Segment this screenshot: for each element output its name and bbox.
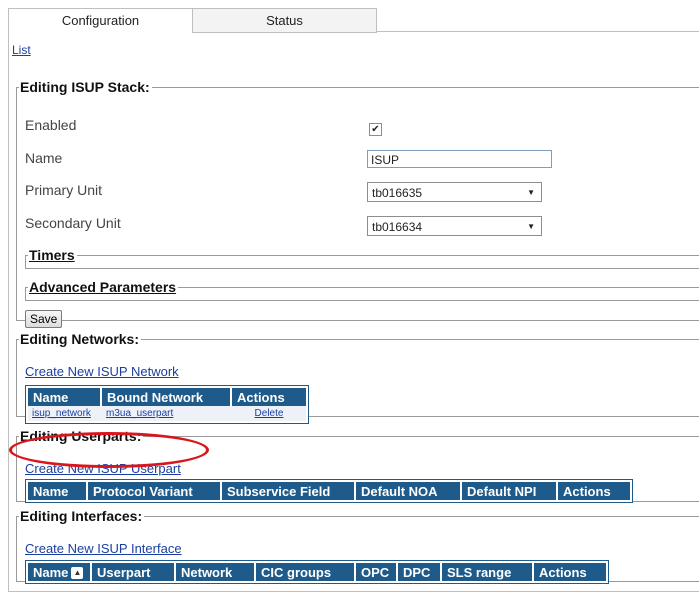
secondary-unit-select[interactable]: tb016634 ▼ (367, 216, 542, 236)
primary-unit-value: tb016635 (372, 186, 423, 200)
column-header-default-noa[interactable]: Default NOA (356, 482, 462, 500)
dropdown-arrow-icon: ▼ (527, 222, 535, 231)
table-row: isup_network m3ua_userpart Delete (28, 406, 306, 421)
secondary-unit-label: Secondary Unit (25, 215, 121, 231)
column-header-dpc[interactable]: DPC (398, 563, 442, 581)
tab-bar: Configuration Status (8, 8, 377, 33)
save-button[interactable]: Save (25, 310, 63, 328)
timers-fieldset: Timers (25, 247, 699, 269)
userparts-legend: Editing Userparts: (20, 428, 142, 444)
enabled-checkbox[interactable]: ✔ (369, 123, 382, 136)
column-header-actions: Actions (558, 482, 630, 500)
dropdown-arrow-icon: ▼ (527, 188, 535, 197)
tab-status[interactable]: Status (192, 8, 377, 33)
column-header-sls-range[interactable]: SLS range (442, 563, 534, 581)
timers-legend[interactable]: Timers (28, 247, 77, 263)
name-label: Name (25, 150, 63, 166)
column-header-cic-groups[interactable]: CIC groups (256, 563, 356, 581)
column-header-userpart[interactable]: Userpart (92, 563, 176, 581)
column-header-opc[interactable]: OPC (356, 563, 398, 581)
advanced-link[interactable]: Advanced Parameters (29, 279, 176, 295)
stack-legend: Editing ISUP Stack: (20, 79, 150, 95)
column-header-name[interactable]: Name (28, 482, 88, 500)
create-network-link[interactable]: Create New ISUP Network (25, 364, 179, 379)
stack-fieldset: Editing ISUP Stack: Enabled ✔ Name ISUP … (16, 79, 699, 328)
column-header-protocol-variant[interactable]: Protocol Variant (88, 482, 222, 500)
userparts-table: Name Protocol Variant Subservice Field D… (25, 479, 633, 503)
table-header-row: Name Bound Network Actions (28, 388, 306, 406)
enabled-label: Enabled (25, 117, 77, 133)
list-link[interactable]: List (12, 43, 31, 57)
interfaces-table: Name ▲ Userpart Network CIC groups OPC DP… (25, 560, 609, 584)
delete-network-link[interactable]: Delete (255, 408, 284, 419)
column-header-subservice-field[interactable]: Subservice Field (222, 482, 356, 500)
create-interface-link[interactable]: Create New ISUP Interface (25, 541, 182, 556)
networks-table: Name Bound Network Actions isup_network … (25, 385, 309, 424)
column-header-name[interactable]: Name ▲ (28, 563, 92, 581)
interfaces-fieldset: Editing Interfaces: Create New ISUP Inte… (16, 508, 699, 584)
network-name-link[interactable]: isup_network (32, 408, 91, 419)
name-input[interactable]: ISUP (367, 150, 552, 168)
networks-legend: Editing Networks: (20, 331, 140, 347)
timers-link[interactable]: Timers (29, 247, 75, 263)
column-header-name[interactable]: Name (28, 388, 102, 406)
column-header-default-npi[interactable]: Default NPI (462, 482, 558, 500)
table-header-row: Name ▲ Userpart Network CIC groups OPC DP… (28, 563, 606, 581)
table-header-row: Name Protocol Variant Subservice Field D… (28, 482, 630, 500)
interfaces-legend: Editing Interfaces: (20, 508, 143, 524)
column-header-bound-network[interactable]: Bound Network (102, 388, 232, 406)
primary-unit-label: Primary Unit (25, 182, 103, 198)
networks-fieldset: Editing Networks: Create New ISUP Networ… (16, 331, 699, 424)
column-header-actions: Actions (232, 388, 306, 406)
sort-ascending-icon[interactable]: ▲ (71, 567, 84, 580)
advanced-legend[interactable]: Advanced Parameters (28, 279, 178, 295)
column-header-actions: Actions (534, 563, 606, 581)
create-userpart-link[interactable]: Create New ISUP Userpart (25, 461, 181, 476)
tab-configuration[interactable]: Configuration (8, 8, 193, 32)
column-header-name-label: Name (33, 564, 69, 580)
primary-unit-select[interactable]: tb016635 ▼ (367, 182, 542, 202)
bound-network-link[interactable]: m3ua_userpart (106, 408, 173, 419)
secondary-unit-value: tb016634 (372, 220, 423, 234)
column-header-network[interactable]: Network (176, 563, 256, 581)
userparts-fieldset: Editing Userparts: Create New ISUP Userp… (16, 428, 699, 503)
checkmark-icon: ✔ (371, 124, 380, 135)
advanced-fieldset: Advanced Parameters (25, 279, 699, 301)
